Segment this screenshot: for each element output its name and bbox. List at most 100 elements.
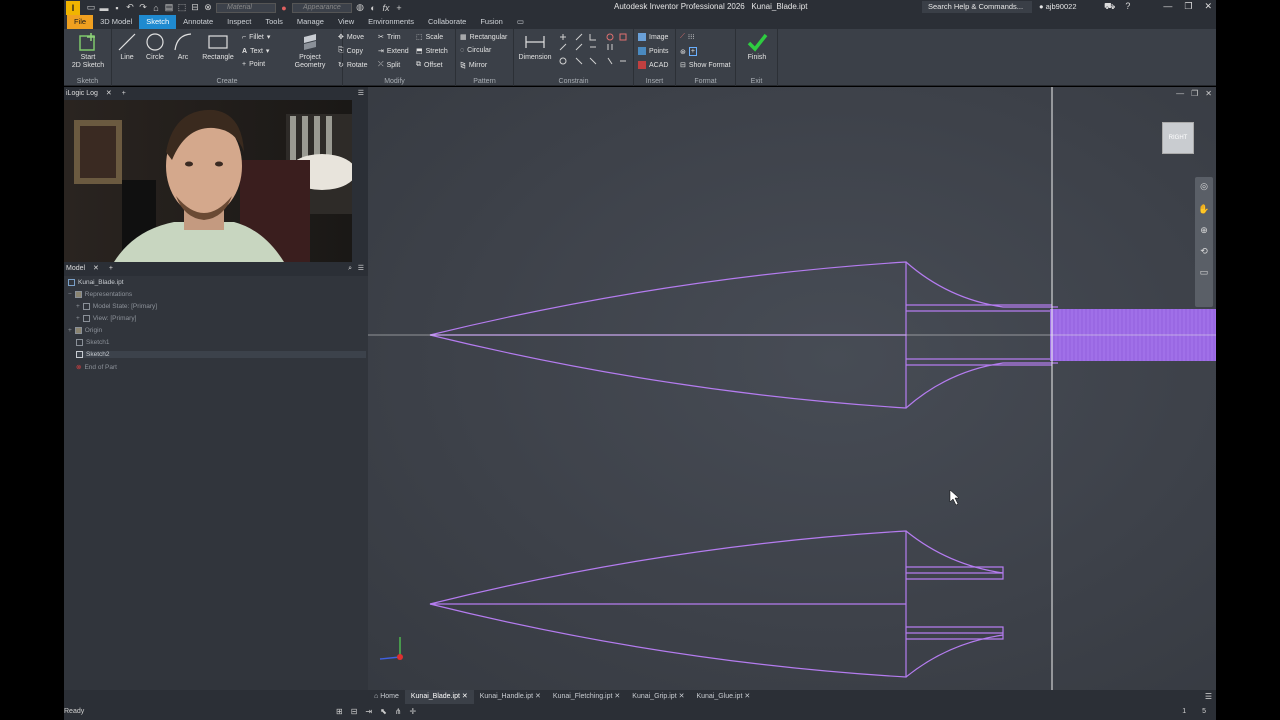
tab-view[interactable]: View <box>331 15 361 29</box>
circle-button[interactable]: Circle <box>142 31 168 62</box>
tree-item-representations[interactable]: − Representations <box>68 291 132 298</box>
help-icon[interactable]: ? <box>1125 1 1130 13</box>
menu-icon[interactable]: ☰ <box>358 262 364 276</box>
tree-item-model-state[interactable]: + Model State: [Primary] <box>76 303 157 310</box>
copy-button[interactable]: ⎘ Copy <box>338 47 363 55</box>
close-icon[interactable]: ✕ <box>462 693 468 700</box>
show-format-button[interactable]: ⊟ Show Format <box>680 61 731 70</box>
split-button[interactable]: ⤫ Split <box>378 61 400 69</box>
persist-constraints-icon[interactable]: ⇥ <box>365 704 372 720</box>
stretch-button[interactable]: ⬒ Stretch <box>416 47 448 56</box>
tree-item-sketch1[interactable]: Sketch1 <box>76 339 110 346</box>
restore-icon[interactable]: ❐ <box>1184 1 1192 12</box>
close-icon[interactable]: ✕ <box>679 693 685 700</box>
tree-item-origin[interactable]: + Origin <box>68 327 102 334</box>
model-tab[interactable]: Model <box>66 265 85 272</box>
doc-tab-kunai-fletching[interactable]: Kunai_Fletching.ipt ✕ <box>547 690 626 704</box>
search-help-field[interactable]: Search Help & Commands... <box>922 1 1032 13</box>
relax-mode-icon[interactable]: ⬉ <box>380 704 387 720</box>
minimize-icon[interactable]: — <box>1163 1 1172 12</box>
offset-button[interactable]: ⧉ Offset <box>416 61 443 69</box>
fx-icon[interactable]: fx <box>381 3 391 13</box>
return-icon[interactable]: ⊗ <box>203 2 213 13</box>
inventor-logo-icon[interactable]: I <box>66 0 80 15</box>
construction-button[interactable]: ⟋ ⁝⁝⁝ <box>680 33 695 41</box>
mirror-button[interactable]: ⧎ Mirror <box>460 61 487 70</box>
new-icon[interactable]: ▭ <box>86 2 96 13</box>
line-button[interactable]: Line <box>114 31 140 62</box>
file-tab[interactable]: File <box>67 15 94 29</box>
tab-manage[interactable]: Manage <box>290 15 331 29</box>
close-icon[interactable]: ✕ <box>1204 1 1212 12</box>
close-icon[interactable]: ✕ <box>93 265 99 272</box>
expand-icon[interactable]: + <box>68 327 72 334</box>
add-panel-icon[interactable]: + <box>122 90 126 97</box>
project-geometry-button[interactable]: Project Geometry <box>288 31 332 70</box>
trim-button[interactable]: ✂ Trim <box>378 33 401 42</box>
plus-icon[interactable]: + <box>394 3 404 13</box>
constraint-icons[interactable] <box>556 32 632 74</box>
clear-override-icon[interactable]: ◍ <box>355 2 365 13</box>
tab-tools[interactable]: Tools <box>258 15 290 29</box>
doc-tab-kunai-blade[interactable]: Kunai_Blade.ipt ✕ <box>404 690 474 704</box>
collapse-icon[interactable]: − <box>68 291 72 298</box>
search-icon[interactable]: ⌕ <box>348 262 352 276</box>
adjust-icon[interactable]: ◐ <box>368 3 378 13</box>
rectangular-pattern-button[interactable]: ▦ Rectangular <box>460 33 507 42</box>
fillet-button[interactable]: ⌐ Fillet ▾ <box>242 33 270 42</box>
snap-icon[interactable]: ✛ <box>410 704 417 720</box>
text-button[interactable]: A Text ▾ <box>242 47 269 56</box>
ilogic-log-tab[interactable]: iLogic Log <box>66 90 98 97</box>
finish-sketch-button[interactable]: Finish <box>740 31 774 62</box>
ribbon-toggle-icon[interactable]: ▭ <box>510 15 531 29</box>
tab-sketch[interactable]: Sketch <box>139 15 177 29</box>
sketch-canvas[interactable] <box>368 87 1216 690</box>
tab-collaborate[interactable]: Collaborate <box>421 15 473 29</box>
select-icon[interactable]: ⬚ <box>177 2 187 13</box>
point-button[interactable]: + Point <box>242 61 265 68</box>
show-constraints-icon[interactable]: ⋔ <box>395 704 402 720</box>
tab-fusion[interactable]: Fusion <box>473 15 510 29</box>
close-icon[interactable]: ✕ <box>614 693 620 700</box>
user-account[interactable]: ● ajb90022 <box>1039 2 1077 11</box>
doc-tab-kunai-handle[interactable]: Kunai_Handle.ipt ✕ <box>474 690 547 704</box>
tabs-menu-icon[interactable]: ☰ <box>1205 692 1212 701</box>
measure-icon[interactable]: ⊟ <box>190 2 200 13</box>
appearance-dropdown[interactable]: Appearance <box>292 2 352 13</box>
add-panel-icon[interactable]: + <box>109 265 113 272</box>
start-2d-sketch-button[interactable]: Start 2D Sketch <box>70 31 106 70</box>
rotate-button[interactable]: ↻ Rotate <box>338 61 368 70</box>
close-icon[interactable]: ✕ <box>535 693 541 700</box>
arc-button[interactable]: Arc <box>170 31 196 62</box>
dimension-button[interactable]: Dimension <box>516 31 554 62</box>
circular-pattern-button[interactable]: ◌ Circular <box>460 47 491 54</box>
menu-icon[interactable]: ☰ <box>358 87 364 100</box>
panel-scrollbar[interactable] <box>352 100 368 262</box>
grid-snap-icon[interactable]: ⊞ <box>336 704 343 720</box>
kunai-blade-sketch-lower[interactable] <box>429 530 1004 678</box>
home-icon[interactable]: ⌂ <box>151 3 161 13</box>
image-button[interactable]: Image <box>638 33 668 41</box>
expand-icon[interactable]: + <box>76 303 80 310</box>
update-icon[interactable]: ▤ <box>164 2 174 13</box>
open-icon[interactable]: ▬ <box>99 3 109 13</box>
acad-button[interactable]: ACAD <box>638 61 668 69</box>
points-button[interactable]: Points <box>638 47 668 55</box>
tree-item-view[interactable]: + View: [Primary] <box>76 315 136 322</box>
undo-icon[interactable]: ↶ <box>125 2 135 13</box>
tree-item-part[interactable]: Kunai_Blade.ipt <box>68 279 124 286</box>
doc-tab-kunai-grip[interactable]: Kunai_Grip.ipt ✕ <box>626 690 690 704</box>
tab-annotate[interactable]: Annotate <box>176 15 220 29</box>
move-button[interactable]: ✥ Move <box>338 33 364 42</box>
redo-icon[interactable]: ↷ <box>138 2 148 13</box>
tree-item-end-of-part[interactable]: ⊗ End of Part <box>76 363 117 372</box>
tree-item-sketch2[interactable]: Sketch2 <box>76 351 366 358</box>
tab-environments[interactable]: Environments <box>361 15 421 29</box>
home-tab[interactable]: ⌂ Home <box>368 690 405 704</box>
tab-inspect[interactable]: Inspect <box>220 15 258 29</box>
close-icon[interactable]: ✕ <box>744 693 750 700</box>
driven-dim-button[interactable]: ⊛ + <box>680 47 697 56</box>
tab-3d-model[interactable]: 3D Model <box>93 15 139 29</box>
extend-button[interactable]: ⇥ Extend <box>378 47 409 56</box>
rectangle-button[interactable]: Rectangle <box>198 31 238 62</box>
